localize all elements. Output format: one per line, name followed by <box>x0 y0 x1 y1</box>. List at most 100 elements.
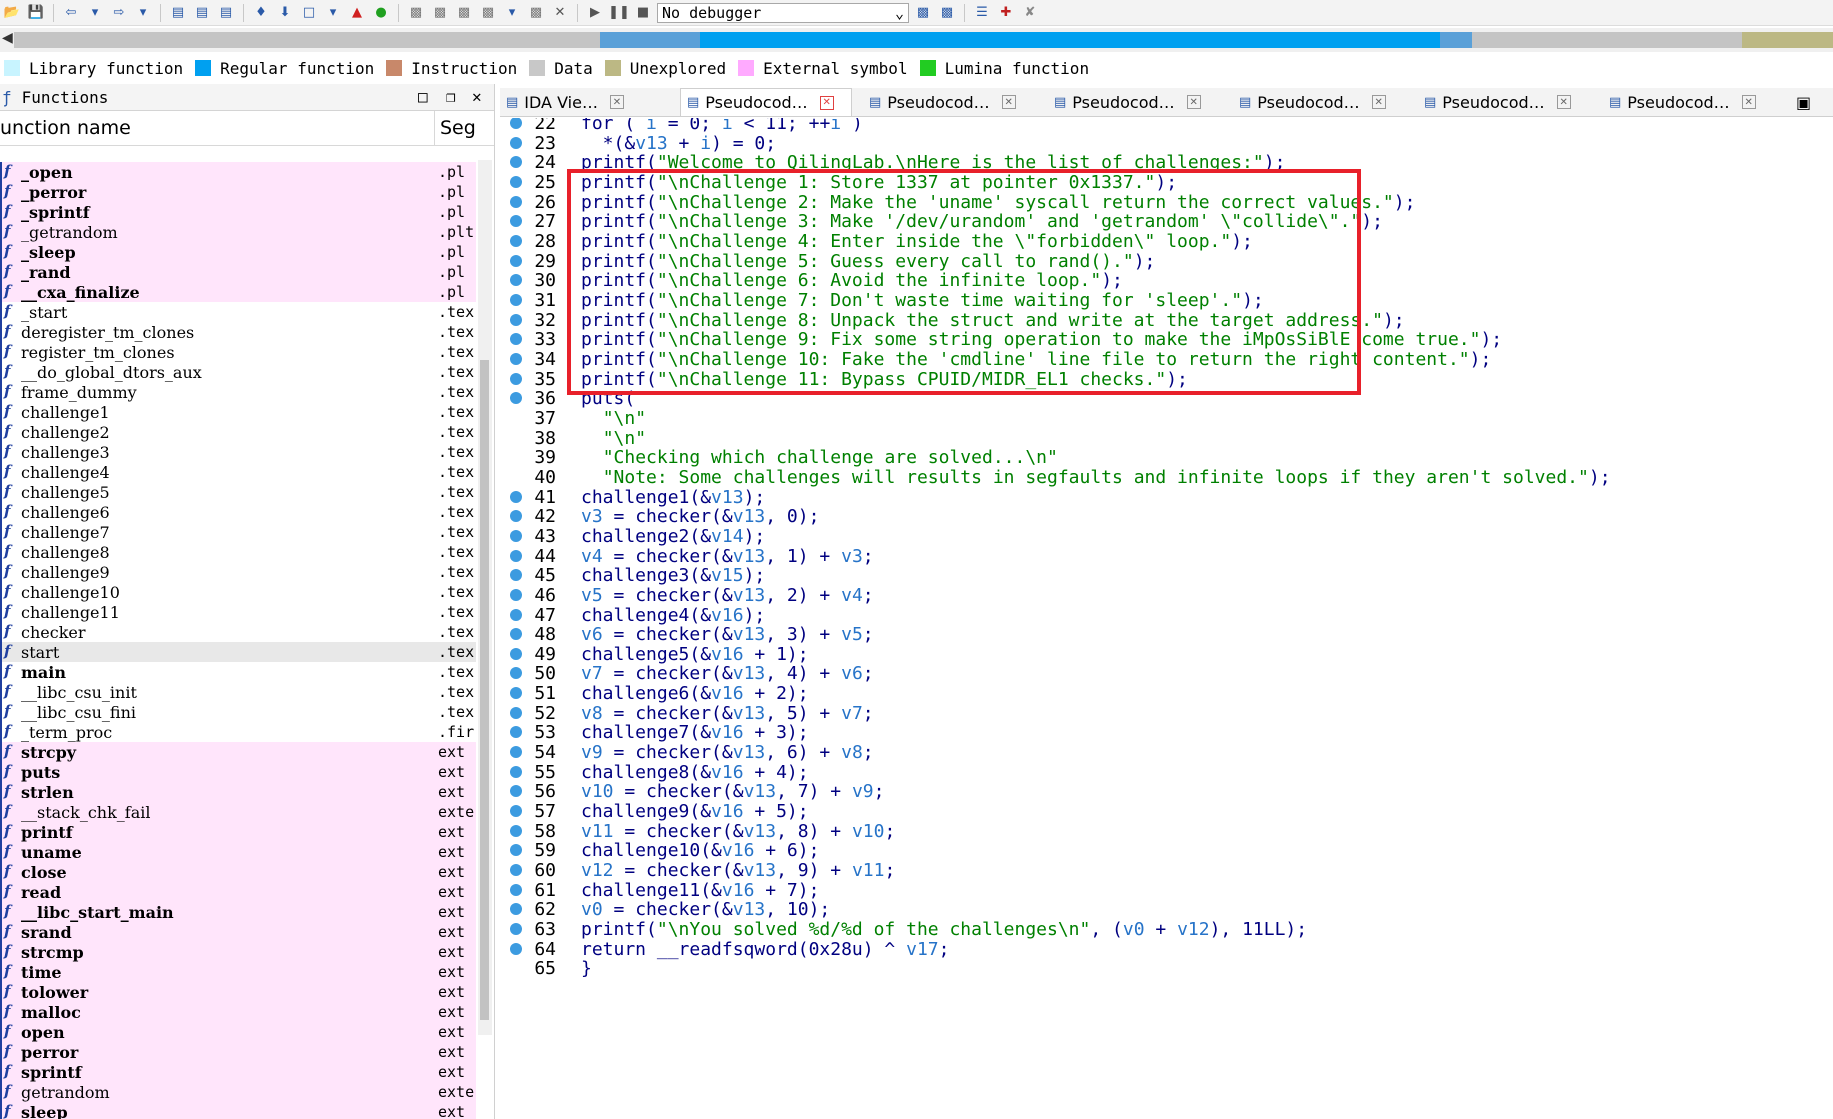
maximize-icon[interactable]: □ <box>418 87 428 106</box>
function-row[interactable]: f checker .tex <box>0 622 476 642</box>
function-row[interactable]: f perror ext <box>0 1042 476 1062</box>
pseudocode-view[interactable]: 22 for ( i = 0; i < 11; ++i ) 23 *(&v13 + … <box>500 118 1833 1119</box>
breakpoint-dot-icon[interactable] <box>510 372 522 385</box>
recent-chart-icon[interactable]: ▩ <box>526 3 546 23</box>
flow-chart-icon[interactable]: ▩ <box>454 3 474 23</box>
function-row[interactable]: f sprintf ext <box>0 1062 476 1082</box>
play-icon[interactable]: ▶ <box>585 3 605 23</box>
breakpoint-dot-icon[interactable] <box>510 726 522 739</box>
function-row[interactable]: f uname ext <box>0 842 476 862</box>
function-row[interactable]: f srand ext <box>0 922 476 942</box>
breakpoint-dot-icon[interactable] <box>510 274 522 287</box>
jump-down-icon[interactable]: ⬇ <box>275 3 295 23</box>
chart-icon[interactable]: ▩ <box>406 3 426 23</box>
nav-left-arrow-icon[interactable]: ◀ <box>2 30 13 46</box>
function-row[interactable]: f challenge6 .tex <box>0 502 476 522</box>
function-row[interactable]: f challenge9 .tex <box>0 562 476 582</box>
breakpoint-dot-icon[interactable] <box>510 588 522 601</box>
breakpoint-dot-icon[interactable] <box>510 824 522 837</box>
breakpoint-dot-icon[interactable] <box>510 234 522 247</box>
function-row[interactable]: f challenge1 .tex <box>0 402 476 422</box>
tab-close-icon[interactable]: ✕ <box>1371 95 1386 109</box>
breakpoint-dot-icon[interactable] <box>510 844 522 857</box>
back-dropdown-icon[interactable]: ▾ <box>85 3 105 23</box>
breakpoint-dot-icon[interactable] <box>510 864 522 877</box>
step-icon[interactable]: ▩ <box>937 3 957 23</box>
close-icon[interactable]: ✕ <box>472 87 482 106</box>
breakpoint-dot-icon[interactable] <box>510 647 522 660</box>
breakpoint-dot-icon[interactable] <box>510 510 522 523</box>
add-breakpoint-icon[interactable]: ✚ <box>996 3 1016 23</box>
open-folder-icon[interactable]: 📂 <box>2 3 22 23</box>
breakpoint-dot-icon[interactable] <box>510 667 522 680</box>
green-circle-icon[interactable]: ● <box>371 3 391 23</box>
function-row[interactable]: f close ext <box>0 862 476 882</box>
function-row[interactable]: f _rand .pl <box>0 262 476 282</box>
breakpoint-dot-icon[interactable] <box>510 805 522 818</box>
function-row[interactable]: f malloc ext <box>0 1002 476 1022</box>
breakpoint-dot-icon[interactable] <box>510 746 522 759</box>
user-chart-icon[interactable]: ▩ <box>478 3 498 23</box>
function-row[interactable]: f start .tex <box>0 642 476 662</box>
breakpoint-dot-icon[interactable] <box>510 903 522 916</box>
breakpoint-dot-icon[interactable] <box>510 175 522 188</box>
function-row[interactable]: f _sprintf .pl <box>0 202 476 222</box>
tab-overflow-icon[interactable]: ▣ <box>1790 88 1830 116</box>
function-row[interactable]: f open ext <box>0 1022 476 1042</box>
chart-dropdown-icon[interactable]: ▾ <box>502 3 522 23</box>
breakpoint-dot-icon[interactable] <box>510 333 522 346</box>
breakpoint-dot-icon[interactable] <box>510 549 522 562</box>
function-row[interactable]: f challenge11 .tex <box>0 602 476 622</box>
graph-icon[interactable]: ▲ <box>347 3 367 23</box>
function-row[interactable]: f _sleep .pl <box>0 242 476 262</box>
breakpoint-dot-icon[interactable] <box>510 569 522 582</box>
function-row[interactable]: f puts ext <box>0 762 476 782</box>
attach-icon[interactable]: ▩ <box>913 3 933 23</box>
function-row[interactable]: f challenge8 .tex <box>0 542 476 562</box>
breakpoint-dot-icon[interactable] <box>510 608 522 621</box>
function-row[interactable]: f _start .tex <box>0 302 476 322</box>
tab-pseudocode[interactable]: ▤ Pseudocod… ✕ <box>680 88 852 116</box>
functions-scrollbar-thumb[interactable] <box>480 360 489 1020</box>
function-row[interactable]: f challenge5 .tex <box>0 482 476 502</box>
tab-pseudocode[interactable]: ▤ Pseudocod… ✕ <box>1603 88 1775 116</box>
tab-pseudocode[interactable]: ▤ Pseudocod… ✕ <box>1233 88 1405 116</box>
function-row[interactable]: f strlen ext <box>0 782 476 802</box>
breakpoint-dot-icon[interactable] <box>510 942 522 955</box>
function-row[interactable]: f _perror .pl <box>0 182 476 202</box>
tab-pseudocode[interactable]: ▤ Pseudocod… ✕ <box>1418 88 1590 116</box>
pause-icon[interactable]: ❚❚ <box>608 3 630 23</box>
function-row[interactable]: f challenge4 .tex <box>0 462 476 482</box>
breakpoint-dot-icon[interactable] <box>510 883 522 896</box>
breakpoint-dot-icon[interactable] <box>510 293 522 306</box>
function-row[interactable]: f getrandom exte <box>0 1082 476 1102</box>
function-row[interactable]: f tolower ext <box>0 982 476 1002</box>
tab-close-icon[interactable]: ✕ <box>819 95 834 110</box>
nav-track[interactable] <box>14 32 1833 48</box>
close-x-icon[interactable]: ✕ <box>550 3 570 23</box>
functions-scrollbar[interactable] <box>478 160 492 1035</box>
xref-chart-icon[interactable]: ▩ <box>430 3 450 23</box>
function-row[interactable]: f main .tex <box>0 662 476 682</box>
restore-icon[interactable]: ❐ <box>446 87 456 106</box>
breakpoint-dot-icon[interactable] <box>510 352 522 365</box>
stop-icon[interactable]: ■ <box>633 3 653 23</box>
tab-close-icon[interactable]: ✕ <box>1556 95 1571 109</box>
function-row[interactable]: f _getrandom .plt <box>0 222 476 242</box>
breakpoint-dot-icon[interactable] <box>510 628 522 641</box>
breakpoint-dot-icon[interactable] <box>510 156 522 169</box>
breakpoint-dot-icon[interactable] <box>510 923 522 936</box>
function-row[interactable]: f _open .pl <box>0 162 476 182</box>
binary-search-icon[interactable]: ▤ <box>168 3 188 23</box>
function-row[interactable]: f __libc_csu_init .tex <box>0 682 476 702</box>
breakpoint-dot-icon[interactable] <box>510 195 522 208</box>
function-row[interactable]: f challenge3 .tex <box>0 442 476 462</box>
column-divider[interactable] <box>434 111 435 145</box>
breakpoint-dot-icon[interactable] <box>510 687 522 700</box>
function-row[interactable]: f __libc_csu_fini .tex <box>0 702 476 722</box>
breakpoint-dot-icon[interactable] <box>510 392 522 405</box>
breakpoint-dot-icon[interactable] <box>510 785 522 798</box>
tab-close-icon[interactable]: ✕ <box>1741 95 1756 109</box>
column-header-segment[interactable]: Seg <box>440 117 476 139</box>
immediate-search-icon[interactable]: ▤ <box>216 3 236 23</box>
